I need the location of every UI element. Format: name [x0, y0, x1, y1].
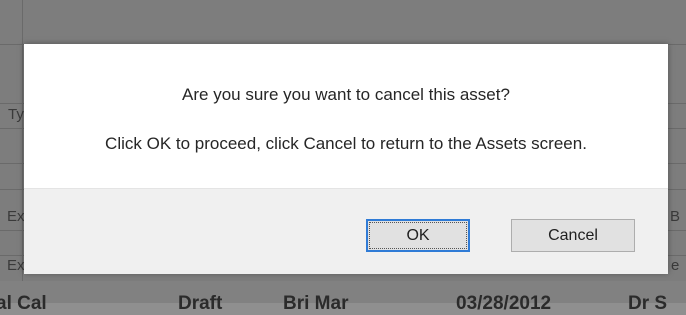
table-cell: Dr S [628, 293, 668, 314]
ok-button-label: OK [406, 226, 430, 244]
dialog-footer: OK Cancel [24, 188, 668, 274]
cancel-button-label: Cancel [548, 226, 598, 244]
table-cell: al Cal [0, 293, 47, 314]
confirm-cancel-dialog: Are you sure you want to cancel this ass… [24, 44, 668, 274]
table-cell-fragment: Ex [7, 257, 25, 274]
table-cell-fragment: Ex [7, 208, 25, 225]
table-cell-fragment: B [670, 208, 681, 225]
dialog-body: Are you sure you want to cancel this ass… [24, 44, 668, 188]
table-cell: Bri Mar [283, 293, 349, 314]
dialog-question: Are you sure you want to cancel this ass… [182, 85, 510, 104]
table-cell-fragment: e [671, 257, 680, 274]
table-header-fragment: Ty [8, 106, 24, 123]
ok-button[interactable]: OK [366, 219, 470, 252]
cancel-button[interactable]: Cancel [511, 219, 635, 252]
dialog-instruction: Click OK to proceed, click Cancel to ret… [105, 134, 587, 153]
table-cell: Draft [178, 293, 223, 314]
table-cell: 03/28/2012 [456, 293, 552, 314]
